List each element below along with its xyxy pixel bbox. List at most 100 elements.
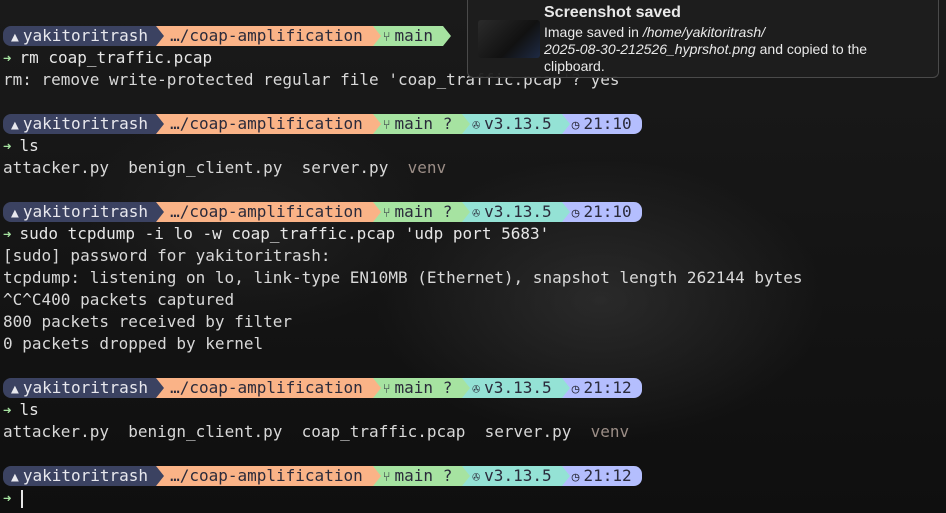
- command-line: ➜ ls: [3, 135, 946, 157]
- prompt-python-version: v3.13.5: [484, 466, 552, 485]
- prompt-path-segment: …/coap-amplification: [156, 202, 381, 222]
- ls-directory: venv: [407, 158, 447, 177]
- ls-file: benign_client.py: [128, 422, 283, 441]
- prompt-python-version: v3.13.5: [484, 202, 552, 221]
- prompt-time-segment: ◷ 21:12: [561, 378, 642, 398]
- command-line: ➜ ls: [3, 399, 946, 421]
- command-text: ls: [19, 136, 39, 155]
- ls-file: coap_traffic.pcap: [301, 422, 466, 441]
- notification-body: Image saved in /home/yakitoritrash/2025-…: [544, 24, 924, 75]
- python-icon: ✇: [472, 206, 481, 221]
- screenshot-notification[interactable]: Screenshot saved Image saved in /home/ya…: [467, 0, 939, 78]
- chevron-right-icon: ➜: [3, 491, 12, 507]
- prompt-branch: main: [394, 202, 434, 221]
- output-line: 800 packets received by filter: [3, 312, 292, 331]
- prompt-git-status: ?: [442, 202, 453, 221]
- prompt-user: yakitoritrash: [22, 466, 149, 485]
- prompt-git-segment: ⑂ main ?: [372, 202, 470, 222]
- command-input-line[interactable]: ➜: [3, 487, 946, 509]
- notification-title: Screenshot saved: [544, 4, 681, 21]
- ls-file: benign_client.py: [128, 158, 283, 177]
- chevron-right-icon: ➜: [3, 51, 12, 67]
- clock-icon: ◷: [571, 470, 580, 485]
- screenshot-thumbnail: [478, 20, 540, 58]
- prompt-git-status: ?: [442, 466, 453, 485]
- ls-file: server.py: [301, 158, 389, 177]
- prompt-branch: main: [394, 26, 434, 45]
- command-text: rm coap_traffic.pcap: [19, 48, 213, 67]
- git-branch-icon: ⑂: [382, 470, 391, 485]
- notification-suffix-2: clipboard.: [544, 58, 605, 74]
- prompt-user-segment: ▲ yakitoritrash: [3, 114, 165, 134]
- prompt-path: …/coap-amplification: [170, 114, 363, 133]
- git-branch-icon: ⑂: [382, 118, 391, 133]
- prompt-time-segment: ◷ 21:10: [561, 114, 642, 134]
- ls-output: attacker.py benign_client.py server.py v…: [3, 157, 946, 179]
- prompt-path-segment: …/coap-amplification: [156, 114, 381, 134]
- prompt-path: …/coap-amplification: [170, 26, 363, 45]
- terminal-window[interactable]: ▲ yakitoritrash …/coap-amplification ⑂ mai…: [3, 25, 946, 509]
- prompt-time: 21:10: [583, 202, 632, 221]
- shell-prompt: ▲ yakitoritrash …/coap-amplification ⑂ mai…: [3, 113, 946, 135]
- prompt-path-segment: …/coap-amplification: [156, 26, 381, 46]
- prompt-time-segment: ◷ 21:12: [561, 466, 642, 486]
- ls-file: attacker.py: [3, 422, 109, 441]
- prompt-user: yakitoritrash: [22, 26, 149, 45]
- git-branch-icon: ⑂: [382, 30, 391, 45]
- git-branch-icon: ⑂: [382, 382, 391, 397]
- prompt-branch: main: [394, 378, 434, 397]
- arch-logo-icon: ▲: [11, 118, 19, 133]
- prompt-path-segment: …/coap-amplification: [156, 466, 381, 486]
- prompt-python-version: v3.13.5: [484, 378, 552, 397]
- prompt-python-segment: ✇ v3.13.5: [462, 378, 570, 398]
- command-line: ➜ sudo tcpdump -i lo -w coap_traffic.pcap…: [3, 223, 946, 245]
- chevron-right-icon: ➜: [3, 139, 12, 155]
- clock-icon: ◷: [571, 118, 580, 133]
- prompt-git-segment: ⑂ main ?: [372, 378, 470, 398]
- shell-prompt: ▲ yakitoritrash …/coap-amplification ⑂ mai…: [3, 465, 946, 487]
- prompt-user-segment: ▲ yakitoritrash: [3, 202, 165, 222]
- prompt-path: …/coap-amplification: [170, 202, 363, 221]
- prompt-path: …/coap-amplification: [170, 466, 363, 485]
- prompt-time-segment: ◷ 21:10: [561, 202, 642, 222]
- notification-prefix: Image saved in: [544, 24, 643, 40]
- prompt-user: yakitoritrash: [22, 378, 149, 397]
- prompt-git-segment: ⑂ main ?: [372, 114, 470, 134]
- prompt-branch: main: [394, 114, 434, 133]
- arch-logo-icon: ▲: [11, 470, 19, 485]
- command-text: ls: [19, 400, 39, 419]
- clock-icon: ◷: [571, 206, 580, 221]
- prompt-user: yakitoritrash: [22, 202, 149, 221]
- arch-logo-icon: ▲: [11, 382, 19, 397]
- git-branch-icon: ⑂: [382, 206, 391, 221]
- python-icon: ✇: [472, 382, 481, 397]
- notification-path-file: 2025-08-30-212526_hyprshot.png: [544, 41, 756, 57]
- chevron-right-icon: ➜: [3, 227, 12, 243]
- notification-path-dir: /home/yakitoritrash/: [642, 24, 766, 40]
- output-line: ^C^C400 packets captured: [3, 290, 235, 309]
- prompt-python-segment: ✇ v3.13.5: [462, 114, 570, 134]
- prompt-time: 21:12: [583, 466, 632, 485]
- prompt-path-segment: …/coap-amplification: [156, 378, 381, 398]
- prompt-time: 21:10: [583, 114, 632, 133]
- python-icon: ✇: [472, 118, 481, 133]
- prompt-user: yakitoritrash: [22, 114, 149, 133]
- shell-prompt: ▲ yakitoritrash …/coap-amplification ⑂ mai…: [3, 201, 946, 223]
- python-icon: ✇: [472, 470, 481, 485]
- text-cursor: [21, 489, 24, 508]
- ls-output: attacker.py benign_client.py coap_traffi…: [3, 421, 946, 443]
- ls-file: server.py: [484, 422, 572, 441]
- output-line: tcpdump: listening on lo, link-type EN10…: [3, 268, 803, 287]
- output-line: 0 packets dropped by kernel: [3, 334, 264, 353]
- prompt-python-segment: ✇ v3.13.5: [462, 202, 570, 222]
- prompt-git-status: ?: [442, 378, 453, 397]
- prompt-git-segment: ⑂ main: [372, 26, 452, 46]
- ls-directory: venv: [590, 422, 630, 441]
- prompt-user-segment: ▲ yakitoritrash: [3, 378, 165, 398]
- arch-logo-icon: ▲: [11, 30, 19, 45]
- notification-suffix: and copied to the: [755, 41, 868, 57]
- prompt-path: …/coap-amplification: [170, 378, 363, 397]
- prompt-git-segment: ⑂ main ?: [372, 466, 470, 486]
- output-line: [sudo] password for yakitoritrash:: [3, 246, 331, 265]
- ls-file: attacker.py: [3, 158, 109, 177]
